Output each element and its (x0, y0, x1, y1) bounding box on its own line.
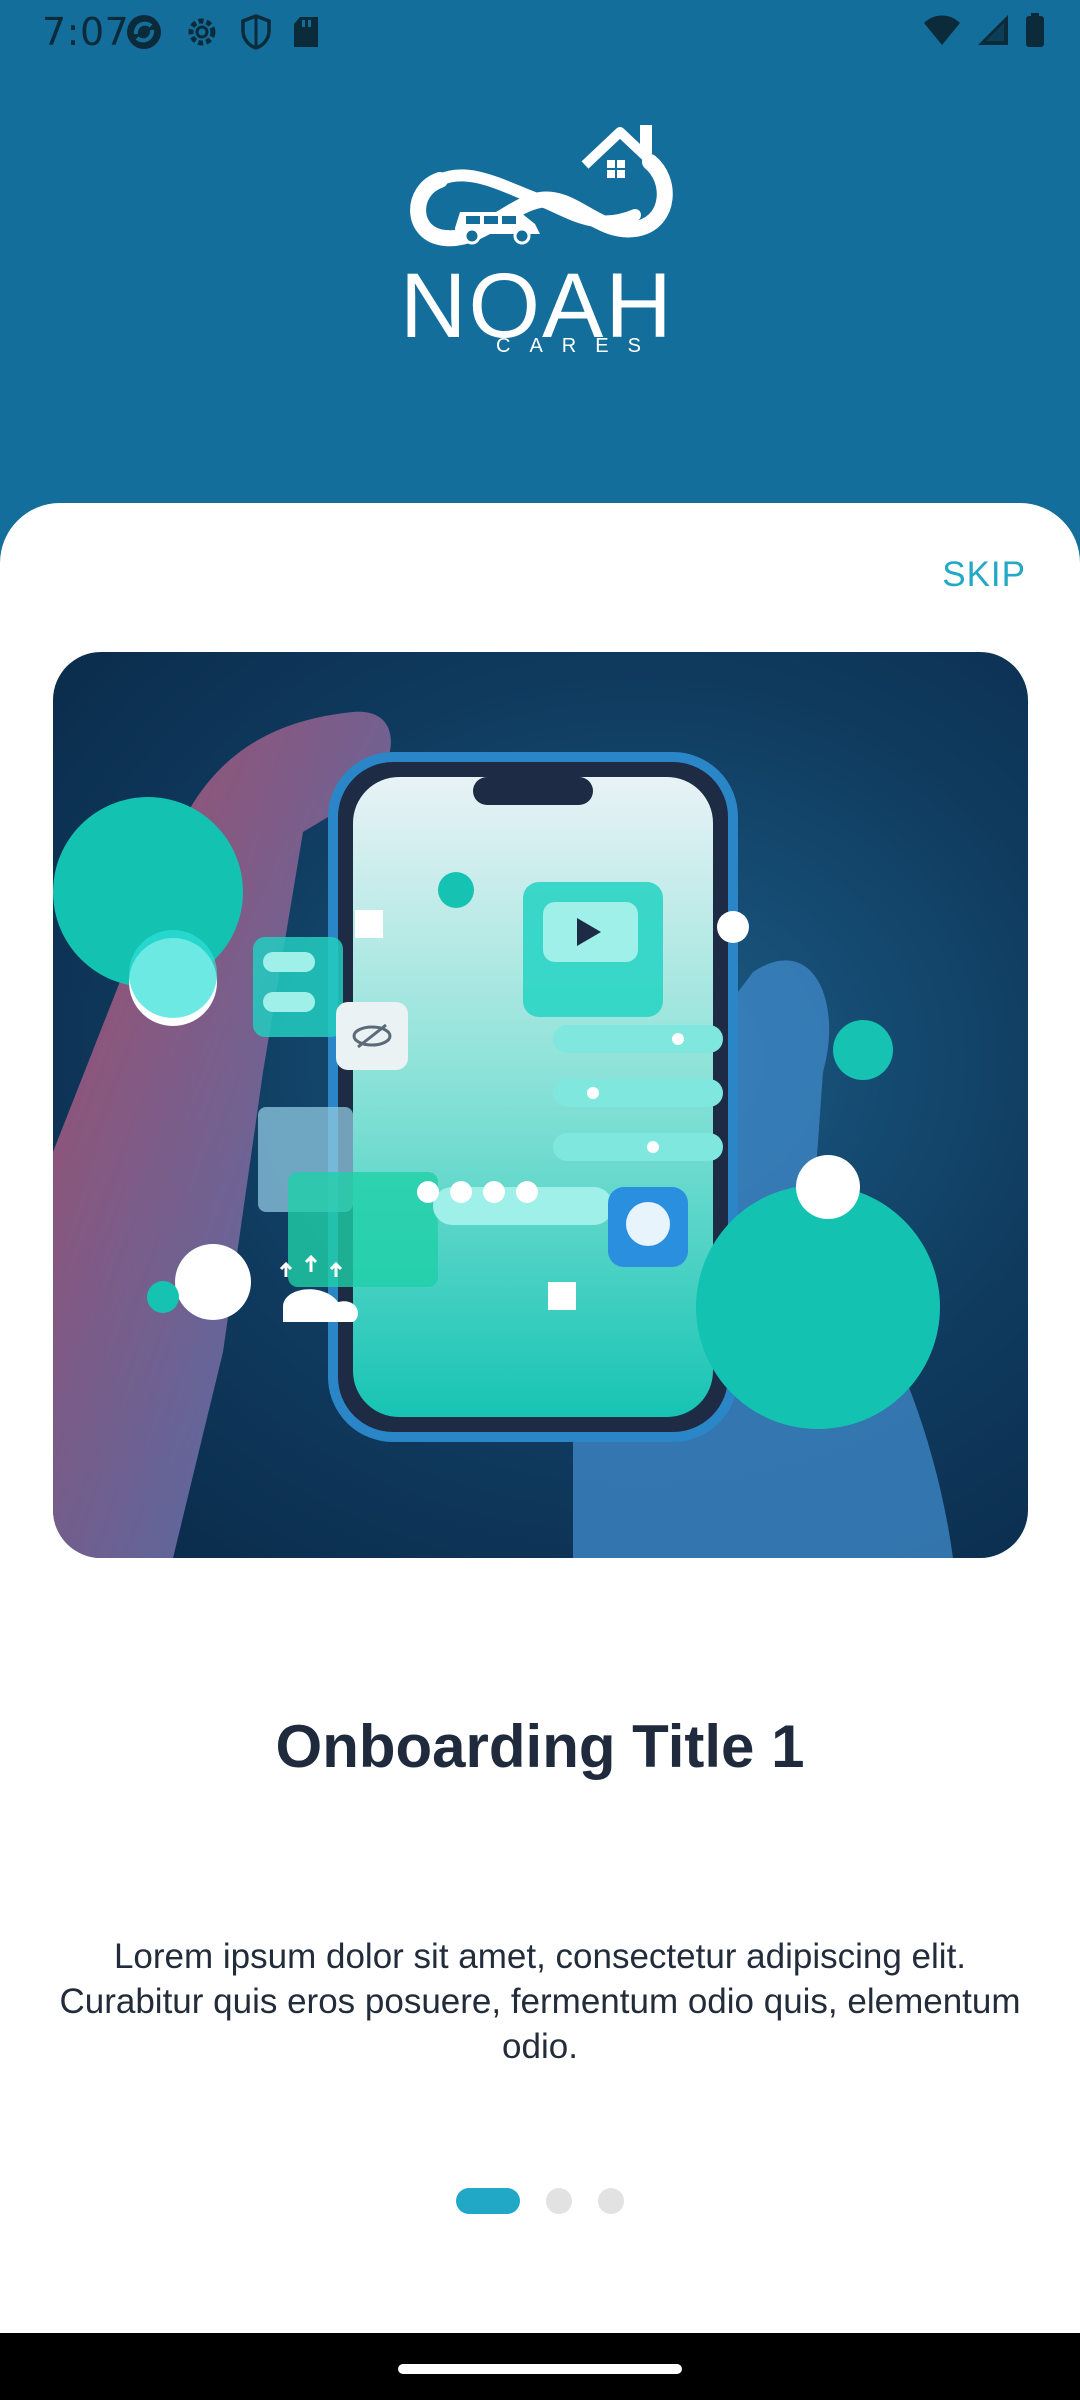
battery-icon (1024, 12, 1046, 48)
wifi-icon (922, 13, 962, 47)
brand-tagline: CARES (496, 335, 660, 357)
page-dot-2[interactable] (546, 2188, 572, 2214)
shield-icon (240, 14, 272, 50)
onboarding-description: Lorem ipsum dolor sit amet, consectetur … (59, 1937, 1021, 2066)
onboarding-illustration (53, 652, 1028, 1558)
skip-button[interactable]: SKIP (942, 555, 1026, 595)
onboarding-title: Onboarding Title 1 (275, 1713, 805, 1780)
sync-icon (124, 12, 164, 52)
page-dot-3[interactable] (598, 2188, 624, 2214)
status-bar: 7:07 (0, 0, 1080, 64)
signal-icon (976, 13, 1010, 47)
noah-cares-logo: NOAH CARES (400, 120, 680, 360)
gear-icon (184, 14, 220, 50)
page-dot-1-active[interactable] (456, 2188, 520, 2214)
sd-card-icon (292, 15, 320, 49)
home-gesture-handle[interactable] (398, 2364, 682, 2374)
page-indicator (0, 2188, 1080, 2214)
status-time: 7:07 (42, 10, 130, 54)
status-right-icons (922, 12, 1046, 48)
status-left-icons (124, 12, 320, 52)
